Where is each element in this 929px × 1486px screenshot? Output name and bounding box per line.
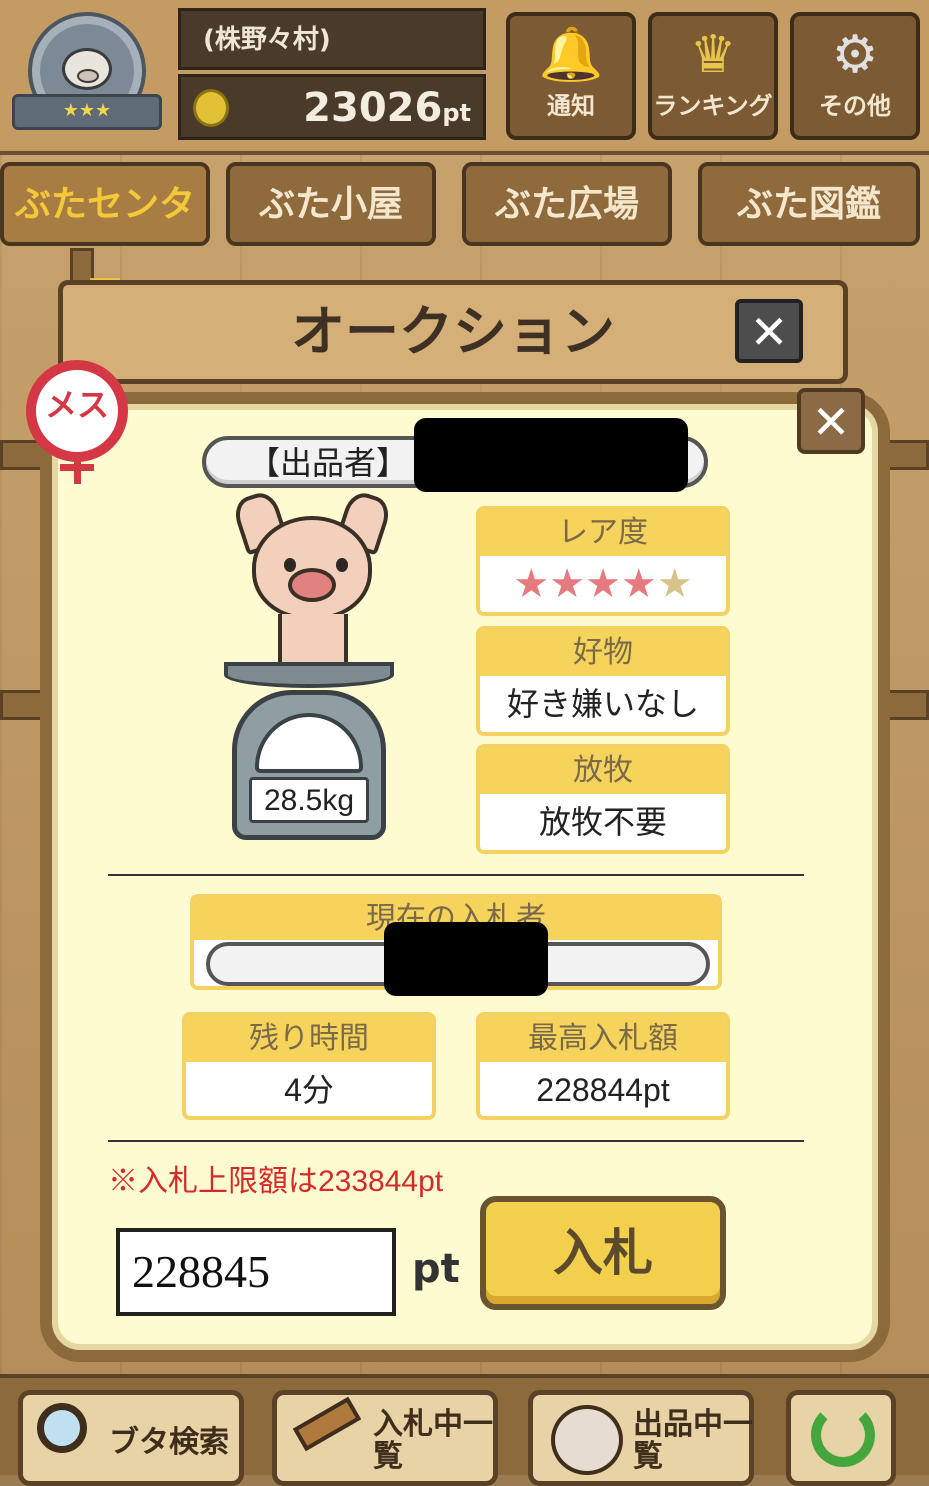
rank-stars: ★★★ — [62, 100, 112, 121]
bidding-list-label: 入札中一覧 — [373, 1407, 493, 1474]
refresh-button[interactable] — [786, 1390, 896, 1486]
pig-search-label: ブタ検索 — [109, 1425, 229, 1460]
redacted-bidder-name — [384, 922, 548, 996]
points-number: 23026 — [303, 85, 443, 131]
points-value: 23026pt — [241, 81, 471, 135]
remaining-time-card: 残り時間 4分 — [182, 1012, 436, 1120]
female-badge: メス — [22, 356, 134, 484]
highest-bid-title: 最高入札額 — [480, 1016, 726, 1062]
listing-list-label: 出品中一覧 — [633, 1407, 753, 1474]
ranking-button[interactable]: ♛ ランキング — [648, 12, 778, 140]
favorite-title: 好物 — [480, 630, 726, 676]
scale-plate — [224, 662, 394, 688]
listing-list-button[interactable]: 出品中一覧 — [528, 1390, 754, 1486]
star-icon: ★ — [549, 562, 586, 606]
pig-head — [252, 516, 372, 620]
pig-weight: 28.5kg — [249, 777, 369, 823]
star-icon: ★ — [513, 562, 550, 606]
pig-face-icon — [62, 48, 112, 90]
remaining-title: 残り時間 — [186, 1016, 432, 1062]
remaining-value: 4分 — [284, 1072, 334, 1108]
pig-snout — [288, 568, 336, 602]
grazing-card: 放牧 放牧不要 — [476, 744, 730, 854]
pig-search-button[interactable]: ブタ検索 — [18, 1390, 244, 1486]
auction-header: オークション ✕ — [58, 280, 848, 384]
pig-detail-panel — [40, 392, 890, 1362]
bid-amount-input[interactable]: 228845 — [116, 1228, 396, 1316]
rarity-stars: ★★★★★ — [480, 556, 726, 612]
bell-icon: 🔔 — [538, 25, 604, 85]
notification-button[interactable]: 🔔 通知 — [506, 12, 636, 140]
settings-button[interactable]: ⚙ その他 — [790, 12, 920, 140]
user-name: (株野々村) — [178, 8, 486, 70]
bid-unit-label: pt — [412, 1246, 460, 1292]
tab-buta-hut[interactable]: ぶた小屋 — [226, 162, 436, 246]
refresh-icon — [811, 1403, 875, 1467]
gender-label: メス — [44, 386, 109, 424]
pig-body — [278, 614, 348, 666]
divider — [108, 874, 804, 876]
rarity-card: レア度 ★★★★★ — [476, 506, 730, 616]
rarity-title: レア度 — [480, 510, 726, 556]
bid-button[interactable]: 入札 — [480, 1196, 726, 1310]
pig-face-icon — [551, 1405, 623, 1475]
auction-close-button[interactable]: ✕ — [735, 299, 803, 363]
favorite-value: 好き嫌いなし — [506, 686, 699, 722]
gear-icon: ⚙ — [831, 25, 879, 85]
star-empty-icon: ★ — [656, 562, 693, 606]
favorite-food-card: 好物 好き嫌いなし — [476, 626, 730, 736]
divider — [108, 1140, 804, 1142]
settings-label: その他 — [819, 92, 891, 120]
tab-buta-plaza[interactable]: ぶた広場 — [462, 162, 672, 246]
tab-buta-encyclopedia[interactable]: ぶた図鑑 — [698, 162, 920, 246]
grazing-value: 放牧不要 — [538, 804, 667, 840]
star-icon: ★ — [620, 562, 657, 606]
coin-icon — [193, 89, 229, 127]
grazing-title: 放牧 — [480, 748, 726, 794]
bidding-list-button[interactable]: 入札中一覧 — [272, 1390, 498, 1486]
bid-limit-note: ※入札上限額は233844pt — [108, 1165, 444, 1198]
pig-eye — [336, 558, 348, 572]
seller-label: 【出品者】 — [248, 444, 409, 482]
avatar[interactable]: ★★★ — [12, 6, 162, 141]
tab-buta-center[interactable]: ぶたセンター — [0, 162, 210, 303]
points-unit: pt — [442, 99, 471, 127]
gavel-icon — [292, 1396, 362, 1452]
scale-icon: 28.5kg — [232, 690, 386, 840]
highest-bid-value: 228844pt — [536, 1072, 670, 1108]
pig-snout — [77, 69, 99, 83]
female-symbol-icon — [60, 454, 94, 484]
points-display: 23026pt — [178, 74, 486, 140]
magnifier-icon — [37, 1403, 87, 1453]
redacted-seller-name — [414, 418, 688, 492]
ranking-label: ランキング — [653, 92, 773, 120]
auction-title: オークション — [291, 300, 615, 363]
highest-bid-card: 最高入札額 228844pt — [476, 1012, 730, 1120]
pig-illustration: 28.5kg — [222, 488, 402, 850]
top-header: ★★★ (株野々村) 23026pt 🔔 通知 ♛ ランキング ⚙ その他 — [0, 0, 929, 155]
pig-eye — [284, 558, 296, 572]
panel-close-button[interactable]: ✕ — [797, 388, 865, 454]
scale-dial — [255, 713, 363, 773]
star-icon: ★ — [585, 562, 621, 606]
crown-icon: ♛ — [689, 25, 737, 85]
notification-label: 通知 — [547, 92, 595, 120]
